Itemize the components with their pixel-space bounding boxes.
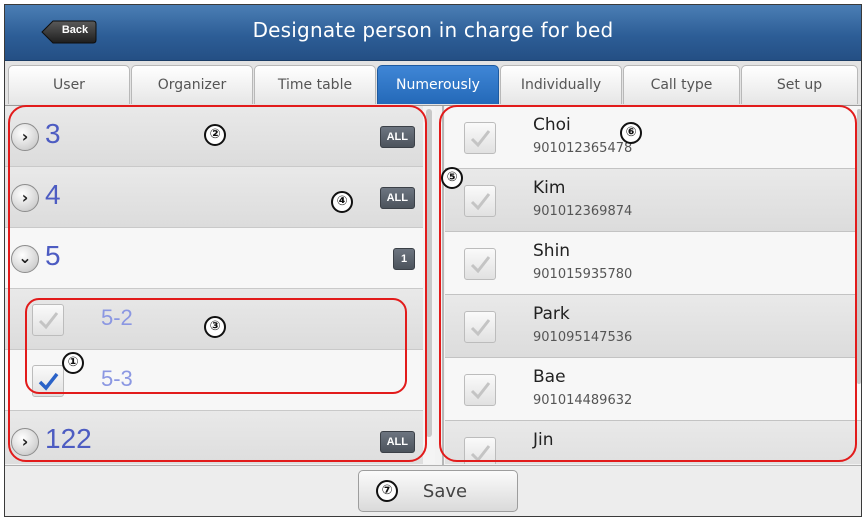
tab-set-up[interactable]: Set up [741,65,858,104]
footer-bar: Save [5,465,861,516]
annotation-marker-2: ② [204,124,226,146]
annotation-marker-1: ① [62,352,84,374]
tab-individually[interactable]: Individually [500,65,622,104]
tab-numerously[interactable]: Numerously [377,65,499,104]
annotation-marker-4: ④ [331,191,353,213]
annotation-box-subitems [25,298,407,394]
annotation-box-group-list [8,105,427,462]
tab-call-type[interactable]: Call type [623,65,740,104]
tab-organizer[interactable]: Organizer [131,65,253,104]
app-window: Back Designate person in charge for bed … [4,4,862,517]
annotation-box-person-list [439,105,857,462]
annotation-marker-7: ⑦ [376,480,398,502]
tab-time-table[interactable]: Time table [254,65,376,104]
tab-user[interactable]: User [8,65,130,104]
tab-bar: User Organizer Time table Numerously Ind… [5,61,861,106]
right-scrollbar[interactable] [857,109,861,384]
annotation-marker-6: ⑥ [620,122,642,144]
title-bar: Back Designate person in charge for bed [5,5,861,61]
page-title: Designate person in charge for bed [252,18,614,42]
annotation-marker-3: ③ [204,316,226,338]
annotation-marker-5: ⑤ [441,167,463,189]
